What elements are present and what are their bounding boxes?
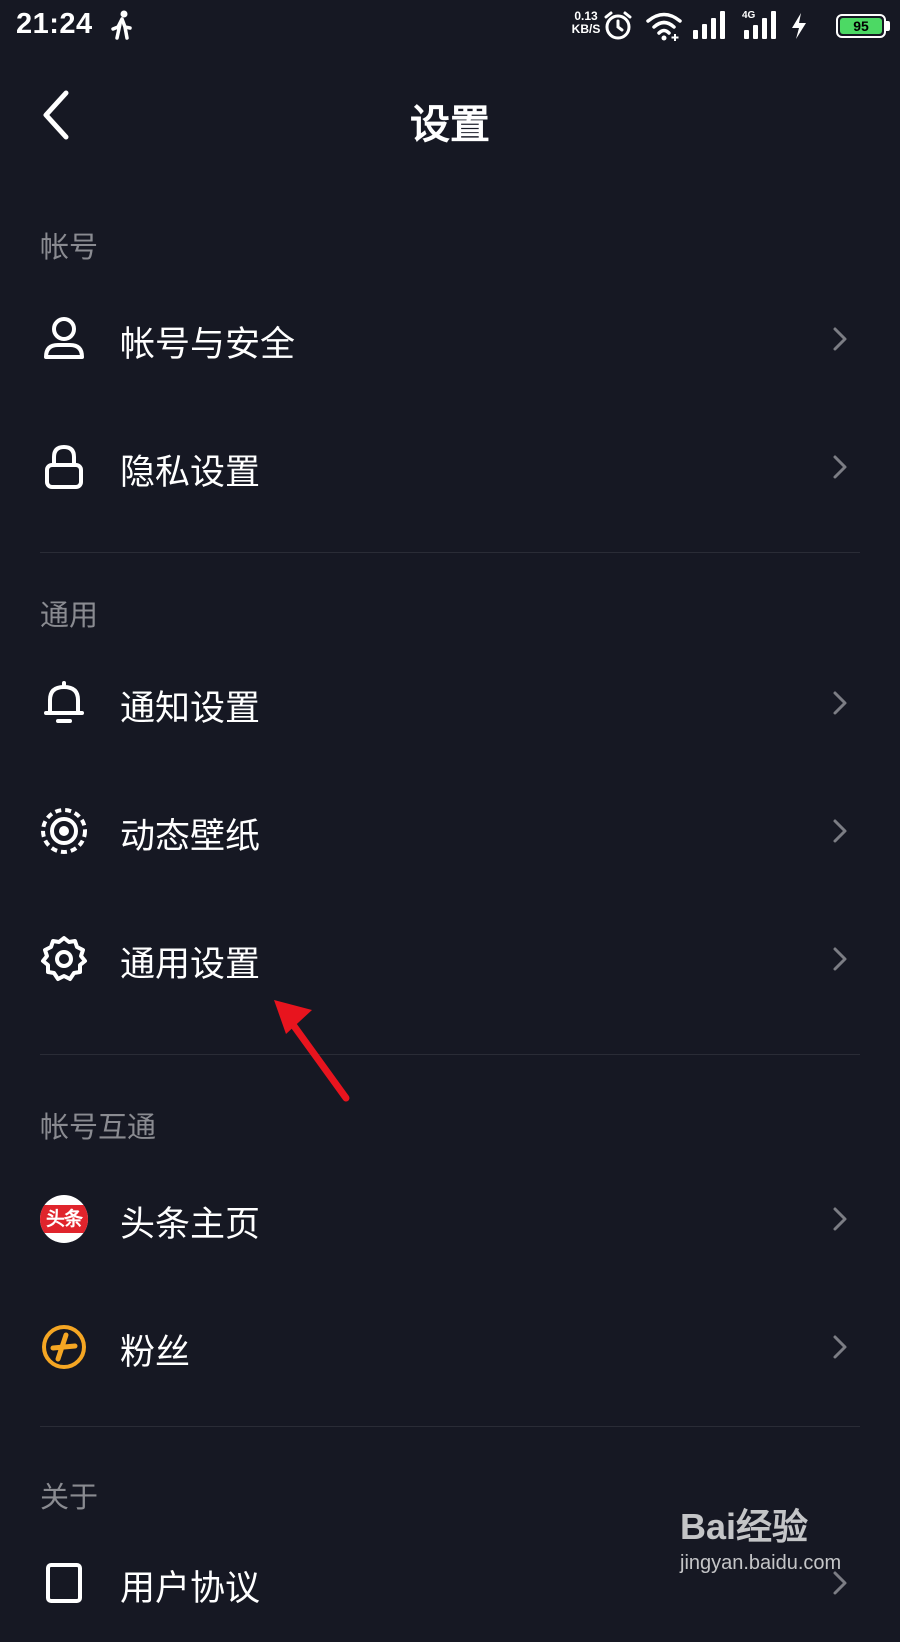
signal-icon: 4G xyxy=(742,8,780,44)
chevron-right-icon xyxy=(833,455,847,479)
chevron-right-icon xyxy=(833,1335,847,1359)
watermark-url: jingyan.baidu.com xyxy=(680,1552,842,1574)
settings-item-label: 隐私设置 xyxy=(120,453,261,493)
chevron-right-icon xyxy=(833,819,847,843)
section-divider xyxy=(40,1426,860,1427)
settings-item-general-settings[interactable]: 通用设置 xyxy=(0,898,900,1018)
section-header-account: 帐号 xyxy=(40,230,99,264)
alarm-icon xyxy=(602,10,634,46)
bell-icon xyxy=(40,679,88,727)
status-time: 21:24 xyxy=(16,8,93,40)
settings-item-label: 动态壁纸 xyxy=(120,817,261,857)
settings-item-live-wallpaper[interactable]: 动态壁纸 xyxy=(0,770,900,890)
network-type: 4G xyxy=(742,10,756,21)
settings-item-account-security[interactable]: 帐号与安全 xyxy=(0,278,900,398)
settings-item-label: 头条主页 xyxy=(120,1205,261,1245)
settings-item-label: 帐号与安全 xyxy=(120,325,296,365)
section-header-general: 通用 xyxy=(40,598,99,632)
settings-item-fans[interactable]: 粉丝 xyxy=(0,1286,900,1406)
battery-level: 95 xyxy=(853,18,869,34)
settings-item-label: 通用设置 xyxy=(120,945,261,985)
settings-item-notifications[interactable]: 通知设置 xyxy=(0,642,900,762)
chevron-right-icon xyxy=(833,327,847,351)
section-divider xyxy=(40,552,860,553)
net-speed: 0.13 KB/S xyxy=(566,10,606,36)
status-bar: 21:24 0.13 KB/S 4G 95 xyxy=(0,0,900,52)
page-title: 设置 xyxy=(410,102,490,148)
signal-icon xyxy=(692,10,728,44)
watermark-brand: Bai经验 xyxy=(680,1506,809,1547)
lock-icon xyxy=(40,443,88,491)
toutiao-logo-icon: 头条 xyxy=(40,1195,88,1243)
live-wallpaper-icon xyxy=(40,807,88,855)
settings-item-label: 粉丝 xyxy=(120,1333,191,1373)
gear-icon xyxy=(40,935,88,983)
chevron-right-icon xyxy=(833,691,847,715)
battery-icon: 95 xyxy=(836,14,886,38)
settings-item-toutiao-homepage[interactable]: 头条 头条主页 xyxy=(0,1158,900,1278)
toutiao-logo-text: 头条 xyxy=(40,1205,88,1233)
chevron-right-icon xyxy=(833,1207,847,1231)
settings-item-label: 通知设置 xyxy=(120,689,261,729)
section-header-about: 关于 xyxy=(40,1480,99,1514)
net-speed-unit: KB/S xyxy=(571,22,601,36)
chevron-right-icon xyxy=(833,947,847,971)
section-header-linked-accounts: 帐号互通 xyxy=(40,1110,157,1144)
fans-icon xyxy=(40,1323,88,1371)
charging-icon xyxy=(790,12,808,44)
walking-icon xyxy=(110,10,134,44)
person-icon xyxy=(40,315,88,363)
settings-item-privacy[interactable]: 隐私设置 xyxy=(0,406,900,526)
section-divider xyxy=(40,1054,860,1055)
settings-item-label: 用户协议 xyxy=(120,1569,261,1609)
annotation-arrow-icon xyxy=(274,1000,350,1102)
wifi-icon xyxy=(646,10,682,46)
